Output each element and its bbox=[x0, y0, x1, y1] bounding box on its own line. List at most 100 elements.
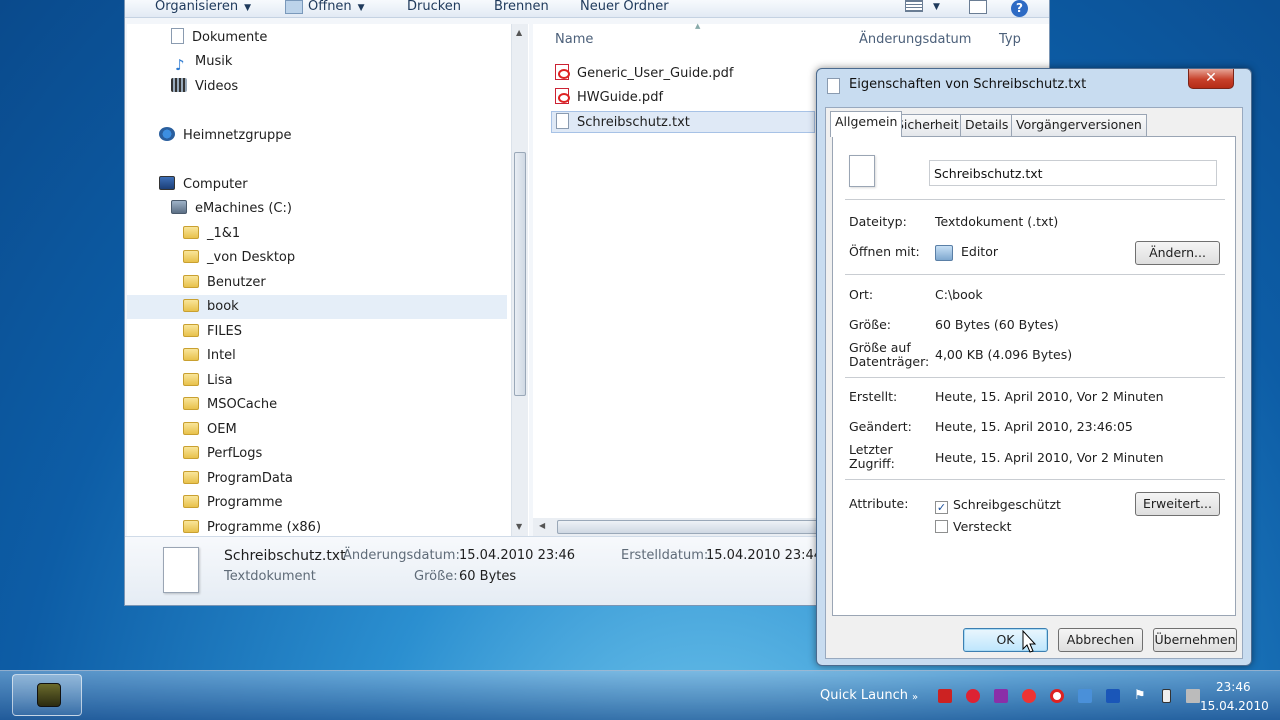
burn-button[interactable]: Brennen bbox=[494, 0, 549, 14]
change-button[interactable]: Ändern... bbox=[1135, 241, 1220, 265]
tab-details[interactable]: Details bbox=[960, 114, 1014, 136]
folder-item[interactable]: Programme bbox=[127, 491, 507, 515]
opera-tray-icon[interactable] bbox=[1022, 689, 1036, 703]
scroll-left-icon[interactable]: ◀ bbox=[539, 521, 545, 530]
battery-icon[interactable] bbox=[1162, 689, 1171, 703]
network-tray-icon[interactable] bbox=[1078, 689, 1092, 703]
scroll-up-icon[interactable]: ▲ bbox=[516, 28, 522, 37]
folder-item[interactable]: Benutzer bbox=[127, 271, 507, 295]
cancel-button[interactable]: Abbrechen bbox=[1058, 628, 1143, 652]
folder-label: _1&1 bbox=[207, 226, 241, 241]
volume-icon[interactable] bbox=[1186, 689, 1200, 703]
camtasia-icon bbox=[37, 683, 61, 707]
antivirus-tray-icon[interactable] bbox=[966, 689, 980, 703]
scroll-thumb[interactable] bbox=[514, 152, 526, 396]
nav-item-documents[interactable]: Dokumente bbox=[127, 26, 507, 50]
new-folder-button[interactable]: Neuer Ordner bbox=[580, 0, 669, 14]
folder-icon bbox=[183, 250, 199, 263]
file-row[interactable]: Generic_User_Guide.pdf bbox=[555, 63, 733, 85]
print-button[interactable]: Drucken bbox=[407, 0, 461, 14]
quick-launch-label[interactable]: Quick Launch bbox=[820, 688, 908, 703]
column-header-name[interactable]: Name bbox=[555, 32, 593, 47]
help-icon[interactable]: ? bbox=[1011, 0, 1028, 17]
apply-button[interactable]: Übernehmen bbox=[1153, 628, 1237, 652]
action-center-flag-icon[interactable]: ⚑ bbox=[1134, 689, 1148, 703]
details-modified-value: 15.04.2010 23:46 bbox=[459, 548, 576, 563]
disksize-label-line1: Größe auf bbox=[849, 340, 911, 355]
file-icon bbox=[849, 155, 875, 187]
accessed-label-line2: Zugriff: bbox=[849, 456, 895, 471]
nav-item-drive[interactable]: eMachines (C:) bbox=[127, 197, 507, 221]
bluetooth-tray-icon[interactable] bbox=[1106, 689, 1120, 703]
details-filename: Schreibschutz.txt bbox=[224, 548, 346, 564]
close-button[interactable]: ✕ bbox=[1188, 69, 1234, 89]
onenote-tray-icon[interactable] bbox=[994, 689, 1008, 703]
expand-toolbar-icon[interactable]: » bbox=[912, 692, 918, 703]
folder-label: MSOCache bbox=[207, 397, 278, 412]
details-modified-label: Änderungsdatum: bbox=[343, 548, 460, 563]
clock-time[interactable]: 23:46 bbox=[1216, 680, 1251, 694]
chevron-down-icon[interactable]: ▼ bbox=[933, 0, 940, 14]
hscroll-thumb[interactable] bbox=[557, 520, 827, 534]
file-row[interactable]: HWGuide.pdf bbox=[555, 87, 663, 109]
openwith-value: Editor bbox=[961, 244, 998, 259]
view-options-icon[interactable] bbox=[905, 0, 923, 12]
separator bbox=[845, 479, 1225, 480]
document-icon bbox=[171, 28, 184, 44]
preview-pane-icon[interactable] bbox=[969, 0, 987, 14]
folder-item[interactable]: PerfLogs bbox=[127, 442, 507, 466]
scroll-down-icon[interactable]: ▼ bbox=[516, 522, 522, 531]
folder-label: Intel bbox=[207, 348, 236, 363]
nav-item-computer[interactable]: Computer bbox=[127, 173, 507, 197]
tab-previous-versions[interactable]: Vorgängerversionen bbox=[1011, 114, 1147, 136]
folder-item[interactable]: ProgramData bbox=[127, 467, 507, 491]
modified-label: Geändert: bbox=[849, 419, 912, 434]
security-tray-icon[interactable] bbox=[1050, 689, 1064, 703]
folder-label: Programme bbox=[207, 495, 283, 510]
column-header-type[interactable]: Typ bbox=[999, 32, 1021, 47]
disksize-label-line2: Datenträger: bbox=[849, 354, 930, 369]
readonly-checkbox[interactable]: ✓ Schreibgeschützt bbox=[935, 497, 1061, 514]
nav-item-homegroup[interactable]: Heimnetzgruppe bbox=[127, 124, 507, 148]
file-name: Generic_User_Guide.pdf bbox=[577, 66, 734, 81]
text-file-large-icon bbox=[163, 547, 199, 593]
text-file-icon bbox=[556, 113, 569, 129]
drive-icon bbox=[171, 200, 187, 214]
folder-label: FILES bbox=[207, 324, 243, 339]
file-name: Schreibschutz.txt bbox=[577, 115, 690, 130]
hidden-checkbox[interactable]: Versteckt bbox=[935, 519, 1012, 534]
folder-item[interactable]: Programme (x86) bbox=[127, 516, 507, 538]
hidden-label: Versteckt bbox=[953, 519, 1012, 534]
file-row-selected[interactable]: Schreibschutz.txt bbox=[551, 111, 815, 133]
folder-item[interactable]: _von Desktop bbox=[127, 246, 507, 270]
column-header-date[interactable]: Änderungsdatum bbox=[859, 32, 971, 47]
open-button[interactable]: Öffnen ▼ bbox=[308, 0, 365, 15]
nav-label: Heimnetzgruppe bbox=[183, 128, 292, 143]
taskbar-app-button[interactable] bbox=[12, 674, 82, 716]
folder-item[interactable]: MSOCache bbox=[127, 393, 507, 417]
advanced-button[interactable]: Erweitert... bbox=[1135, 492, 1220, 516]
pdf-icon bbox=[555, 64, 570, 80]
modified-value: Heute, 15. April 2010, 23:46:05 bbox=[935, 419, 1133, 434]
folder-icon bbox=[183, 348, 199, 361]
nav-scrollbar[interactable]: ▲ ▼ bbox=[511, 24, 528, 536]
acrobat-tray-icon[interactable] bbox=[938, 689, 952, 703]
organize-button[interactable]: Organisieren ▼ bbox=[155, 0, 251, 15]
nav-item-videos[interactable]: Videos bbox=[127, 75, 507, 99]
disksize-value: 4,00 KB (4.096 Bytes) bbox=[935, 347, 1073, 362]
folder-icon bbox=[183, 275, 199, 288]
folder-item[interactable]: OEM bbox=[127, 418, 507, 442]
size-value: 60 Bytes (60 Bytes) bbox=[935, 317, 1059, 332]
folder-item[interactable]: _1&1 bbox=[127, 222, 507, 246]
filetype-label: Dateityp: bbox=[849, 214, 907, 229]
folder-item[interactable]: Intel bbox=[127, 344, 507, 368]
taskbar: Quick Launch » ⚑ 23:46 15.04.2010 bbox=[0, 670, 1280, 720]
clock-date[interactable]: 15.04.2010 bbox=[1200, 699, 1269, 713]
separator bbox=[845, 377, 1225, 378]
folder-item[interactable]: FILES bbox=[127, 320, 507, 344]
tab-general[interactable]: Allgemein bbox=[830, 111, 903, 137]
folder-item-selected[interactable]: book bbox=[127, 295, 507, 319]
nav-item-music[interactable]: ♪ Musik bbox=[127, 50, 507, 74]
filename-field[interactable] bbox=[929, 160, 1217, 186]
folder-item[interactable]: Lisa bbox=[127, 369, 507, 393]
